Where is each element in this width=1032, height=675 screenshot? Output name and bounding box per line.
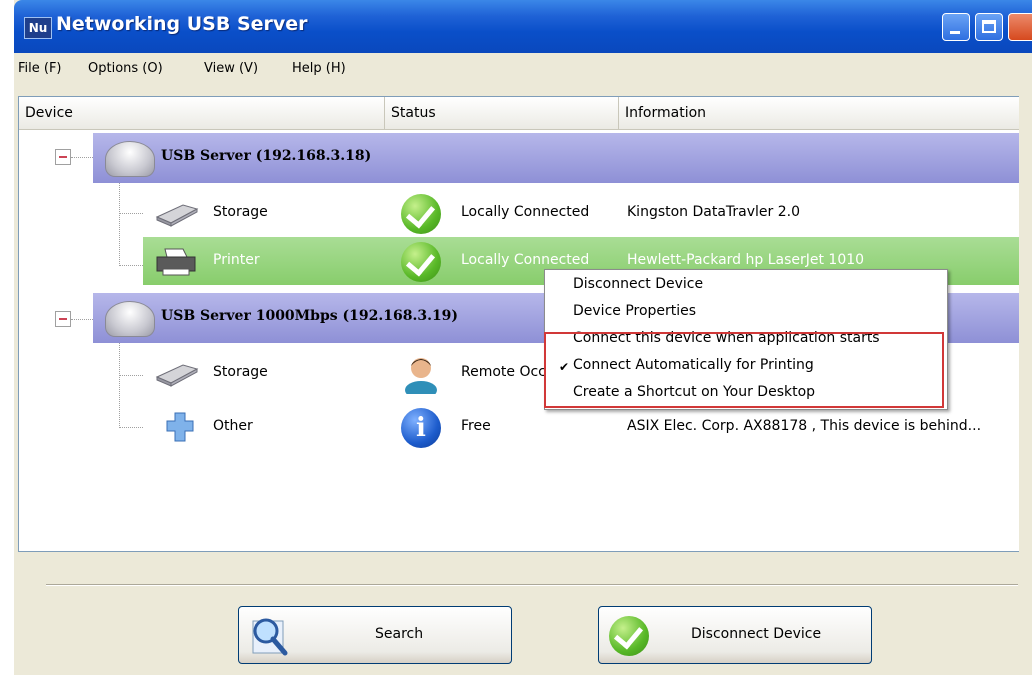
search-button[interactable]: Search xyxy=(238,606,512,664)
device-status: Free xyxy=(461,418,491,434)
menu-options[interactable]: Options (O) xyxy=(88,61,163,76)
tree-line xyxy=(119,343,120,428)
collapse-toggle[interactable] xyxy=(55,149,71,165)
server-group-row[interactable]: USB Server (192.168.3.18) xyxy=(93,133,1019,183)
check-icon xyxy=(609,616,649,656)
tree-line xyxy=(71,157,93,158)
info-icon: i xyxy=(401,408,441,448)
printer-icon xyxy=(156,248,196,276)
menu-bar: File (F) Options (O) View (V) Help (H) xyxy=(14,55,1032,85)
device-row[interactable]: Storage Locally Connected Kingston DataT… xyxy=(143,189,1019,237)
device-row[interactable]: Other i Free ASIX Elec. Corp. AX88178 , … xyxy=(143,403,1019,451)
user-icon xyxy=(405,358,437,394)
tree-line xyxy=(119,181,120,266)
minimize-icon[interactable] xyxy=(942,13,970,41)
title-bar[interactable]: Nu Networking USB Server xyxy=(14,0,1032,53)
check-icon xyxy=(401,242,441,282)
column-status[interactable]: Status xyxy=(385,97,619,130)
device-info: Kingston DataTravler 2.0 xyxy=(627,204,801,220)
device-info: Hewlett-Packard hp LaserJet 1010 xyxy=(627,252,865,268)
menu-file[interactable]: File (F) xyxy=(18,61,62,76)
tree-line xyxy=(119,265,143,266)
puzzle-piece-icon xyxy=(166,412,194,442)
device-name: Storage xyxy=(213,364,268,380)
magnifier-icon xyxy=(252,618,288,656)
server-label: USB Server 1000Mbps (192.168.3.19) xyxy=(161,308,459,324)
device-name: Printer xyxy=(213,252,260,268)
tree-line xyxy=(119,213,143,214)
device-info: ASIX Elec. Corp. AX88178 , This device i… xyxy=(627,418,982,434)
disconnect-device-button[interactable]: Disconnect Device xyxy=(598,606,872,664)
disconnect-button-label: Disconnect Device xyxy=(691,626,822,642)
menu-disconnect-device[interactable]: Disconnect Device xyxy=(573,276,703,292)
menu-help[interactable]: Help (H) xyxy=(292,61,346,76)
separator xyxy=(46,584,1018,586)
device-status: Locally Connected xyxy=(461,252,590,268)
storage-drive-icon xyxy=(155,364,199,387)
tree-line xyxy=(71,319,93,320)
search-button-label: Search xyxy=(375,626,424,642)
close-icon[interactable] xyxy=(1008,13,1032,41)
device-name: Storage xyxy=(213,204,268,220)
highlight-annotation-box xyxy=(544,332,944,408)
window-title: Networking USB Server xyxy=(56,13,308,35)
tree-line xyxy=(119,427,143,428)
column-information[interactable]: Information xyxy=(619,97,1019,130)
tree-line xyxy=(119,375,143,376)
device-status: Locally Connected xyxy=(461,204,590,220)
server-label: USB Server (192.168.3.18) xyxy=(161,148,372,164)
collapse-toggle[interactable] xyxy=(55,311,71,327)
check-icon xyxy=(401,194,441,234)
device-name: Other xyxy=(213,418,253,434)
menu-device-properties[interactable]: Device Properties xyxy=(573,303,696,319)
menu-view[interactable]: View (V) xyxy=(204,61,258,76)
usb-server-icon xyxy=(105,141,155,177)
app-logo-icon: Nu xyxy=(24,17,52,39)
usb-server-icon xyxy=(105,301,155,337)
column-device[interactable]: Device xyxy=(19,97,385,130)
storage-drive-icon xyxy=(155,204,199,227)
maximize-icon[interactable] xyxy=(975,13,1003,41)
